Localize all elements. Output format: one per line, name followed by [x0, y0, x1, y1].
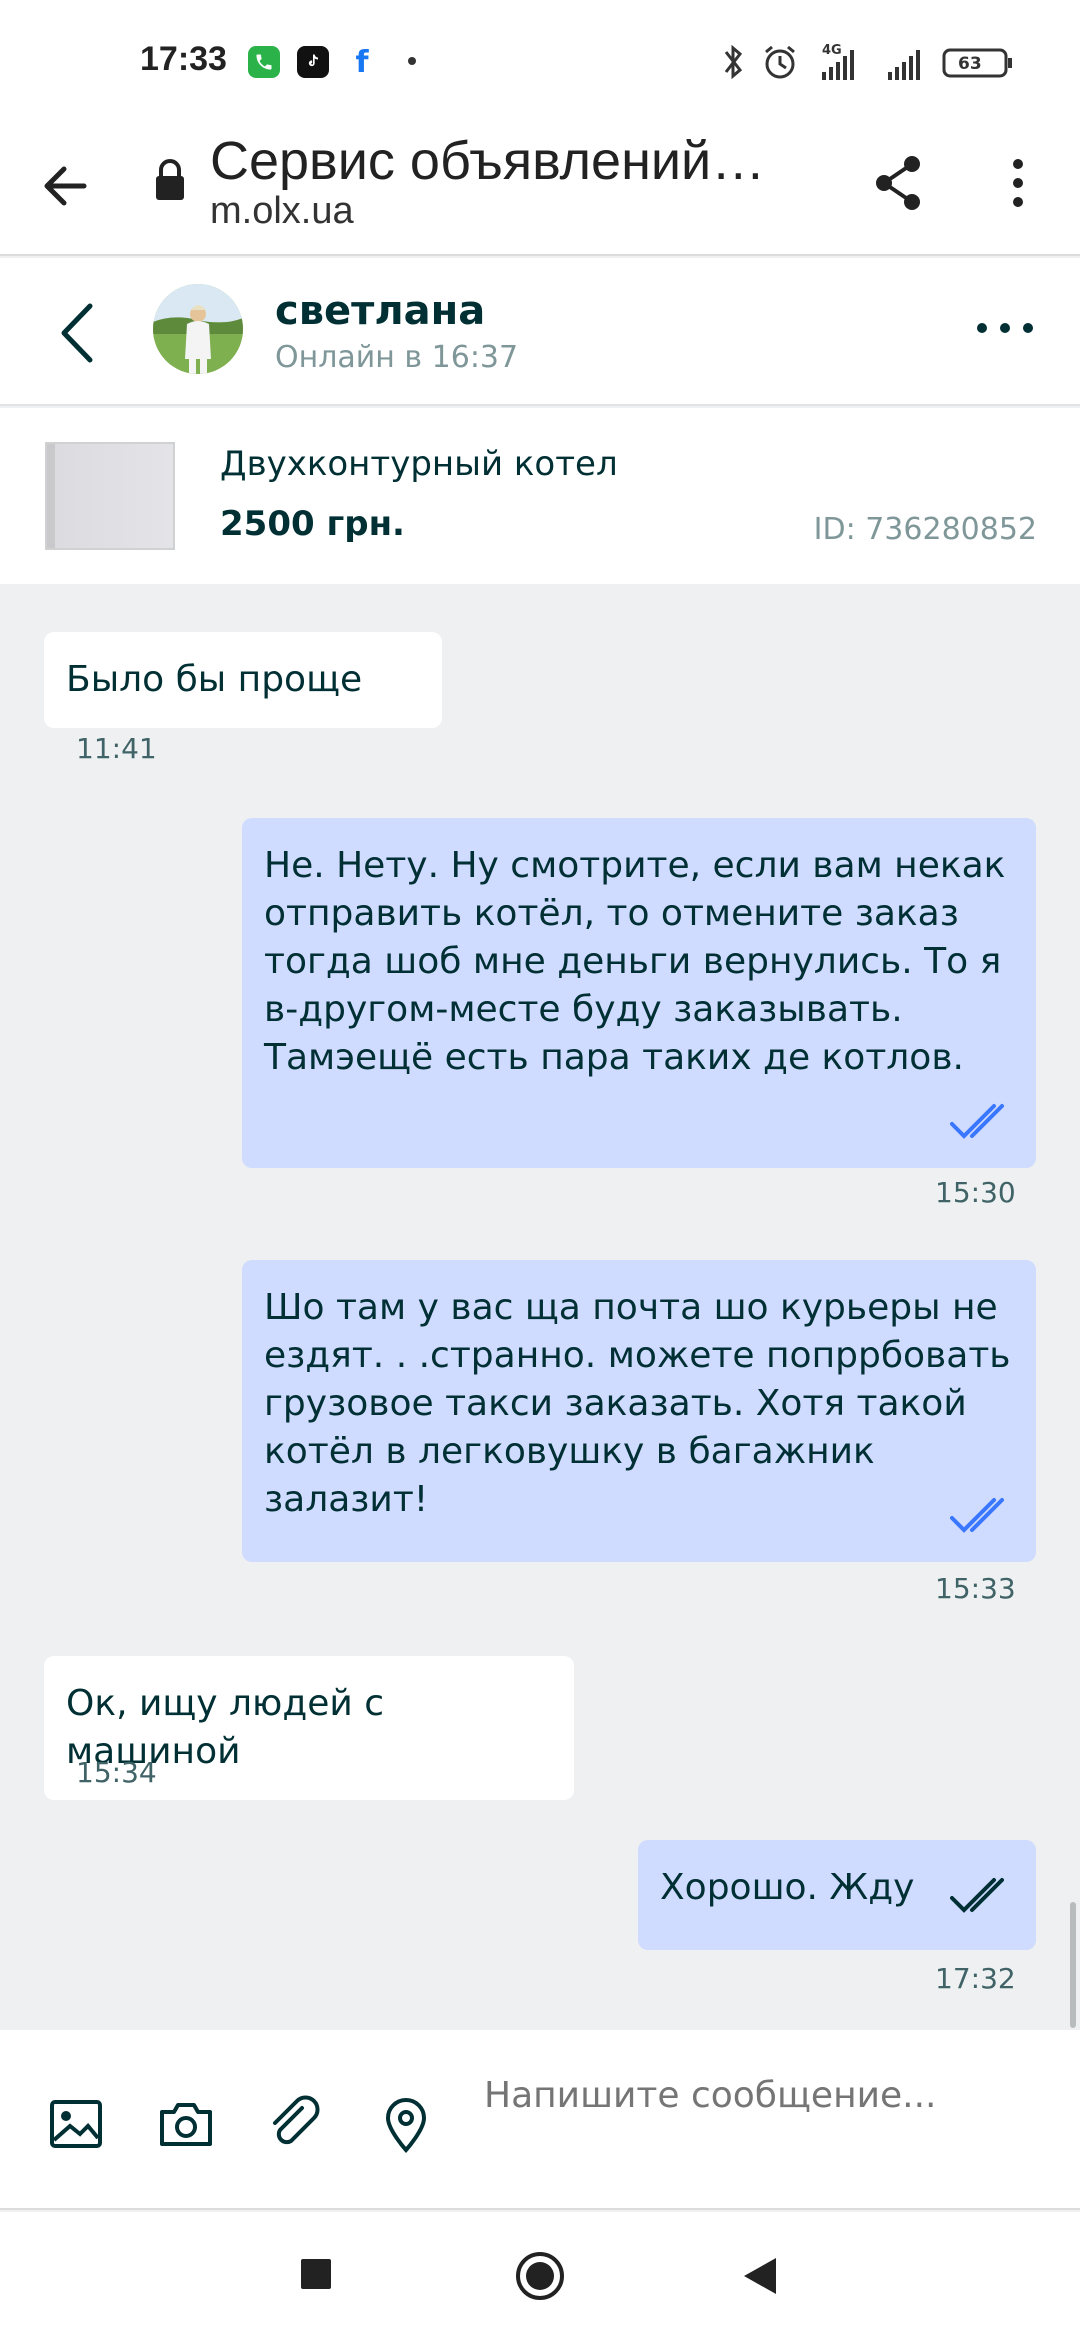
location-pin-icon[interactable] [376, 2094, 436, 2154]
message-bubble-outgoing[interactable]: Не. Нету. Ну смотрите, если вам некак от… [242, 818, 1036, 1168]
contact-status: Онлайн в 16:37 [275, 340, 519, 375]
scrollbar-thumb[interactable] [1070, 1902, 1076, 2028]
ad-thumbnail[interactable] [45, 442, 175, 550]
status-time: 17:33 [140, 40, 227, 78]
message-time: 17:32 [935, 1962, 1016, 1995]
message-bubble-incoming[interactable]: Было бы проще [44, 632, 442, 728]
message-composer [0, 2030, 1080, 2210]
ad-title[interactable]: Двухконтурный котел [220, 444, 618, 484]
ad-price: 2500 грн. [220, 504, 405, 544]
contact-name: светлана [275, 288, 486, 334]
message-text: Было бы проще [66, 659, 363, 700]
share-icon[interactable] [866, 150, 932, 216]
message-input[interactable] [484, 2072, 1044, 2168]
message-text: Не. Нету. Ну смотрите, если вам некак от… [264, 845, 1006, 1078]
message-bubble-outgoing[interactable]: Шо там у вас ща почта шо курьеры не ездя… [242, 1260, 1036, 1562]
status-bar: 17:33 f 4G 63 [0, 0, 1080, 120]
ad-summary[interactable]: Двухконтурный котел 2500 грн. ID: 736280… [0, 408, 1080, 584]
message-time: 15:30 [935, 1176, 1016, 1209]
message-text: Хорошо. Жду [660, 1867, 915, 1908]
chat-header: светлана Онлайн в 16:37 [0, 258, 1080, 406]
system-nav-bar [0, 2212, 1080, 2340]
recents-button[interactable] [298, 2256, 334, 2292]
gallery-icon[interactable] [46, 2094, 106, 2154]
chat-back-icon[interactable] [50, 298, 110, 368]
more-notifications-dot [408, 57, 416, 65]
status-icons: 4G 63 [724, 43, 1012, 80]
read-ticks-icon [950, 1498, 1004, 1533]
page-url[interactable]: m.olx.ua [210, 190, 354, 233]
message-text: Шо там у вас ща почта шо курьеры не ездя… [264, 1287, 1011, 1520]
message-time: 11:41 [76, 732, 157, 765]
read-ticks-icon [950, 1104, 1004, 1139]
chat-more-icon[interactable] [970, 308, 1040, 348]
avatar[interactable] [153, 284, 243, 374]
phone-icon [248, 46, 280, 78]
message-bubble-outgoing[interactable]: Хорошо. Жду [638, 1840, 1036, 1950]
message-time: 15:34 [76, 1756, 157, 1789]
svg-text:4G: 4G [822, 43, 842, 58]
svg-text:63: 63 [958, 54, 982, 74]
page-title: Сервис объявлений… [210, 131, 766, 191]
browser-toolbar: Сервис объявлений… m.olx.ua [0, 120, 1080, 256]
ad-id: ID: 736280852 [813, 512, 1037, 547]
message-time: 15:33 [935, 1572, 1016, 1605]
browser-menu-icon[interactable] [998, 150, 1038, 216]
read-ticks-icon [950, 1878, 1004, 1913]
message-list[interactable]: Было бы проще 11:41 Не. Нету. Ну смотрит… [0, 584, 1080, 2030]
camera-icon[interactable] [156, 2094, 216, 2154]
attachment-icon[interactable] [266, 2094, 326, 2154]
back-arrow-icon[interactable] [36, 156, 96, 216]
lock-icon [150, 156, 190, 206]
facebook-icon: f [355, 44, 369, 80]
tiktok-icon [297, 46, 329, 78]
home-button[interactable] [514, 2250, 566, 2302]
back-button[interactable] [740, 2254, 780, 2298]
